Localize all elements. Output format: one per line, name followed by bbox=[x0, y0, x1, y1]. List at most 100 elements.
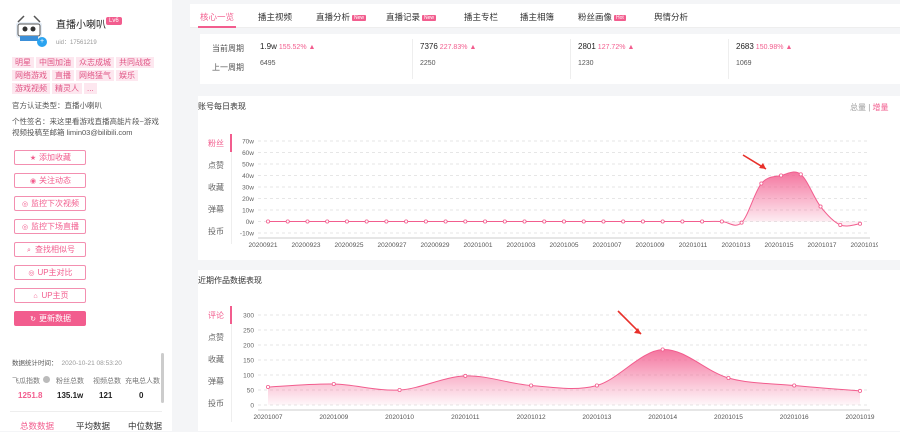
stats-time: 数据统计时间： 2020-10-21 08:53:20 bbox=[12, 360, 122, 367]
tab-total-data[interactable]: 总数数据 bbox=[20, 420, 54, 432]
data-point[interactable] bbox=[285, 219, 290, 224]
data-point[interactable] bbox=[305, 219, 310, 224]
help-icon[interactable] bbox=[43, 376, 50, 383]
data-point[interactable] bbox=[739, 220, 744, 225]
data-point[interactable] bbox=[483, 219, 488, 224]
data-point[interactable] bbox=[463, 219, 468, 224]
data-point[interactable] bbox=[443, 219, 448, 224]
metric-0[interactable]: 粉丝 bbox=[208, 138, 224, 149]
data-point[interactable] bbox=[660, 347, 665, 352]
data-point[interactable] bbox=[265, 219, 270, 224]
data-point[interactable] bbox=[700, 219, 705, 224]
metric-4[interactable]: 投币 bbox=[208, 226, 224, 237]
refresh-button[interactable]: ↻ 更新数据 bbox=[14, 311, 86, 326]
growth-percent: 150.98% bbox=[755, 44, 784, 51]
profile-tag[interactable]: 网络游戏 bbox=[12, 70, 50, 81]
data-point[interactable] bbox=[719, 219, 724, 224]
metric-2[interactable]: 收藏 bbox=[208, 354, 224, 365]
data-point[interactable] bbox=[680, 219, 685, 224]
profile-tag[interactable]: 明星 bbox=[12, 57, 34, 68]
data-point[interactable] bbox=[265, 385, 270, 390]
live-button[interactable]: ◎ 监控下场直播 bbox=[14, 219, 86, 234]
star-button[interactable]: ★ 添加收藏 bbox=[14, 150, 86, 165]
home-button[interactable]: ⌂ UP主页 bbox=[14, 288, 86, 303]
profile-tag[interactable]: 共同战疫 bbox=[116, 57, 154, 68]
overview-current-value: 2801 127.72% ▲ bbox=[578, 42, 635, 51]
x-tick-label: 20201007 bbox=[593, 242, 622, 249]
data-point[interactable] bbox=[581, 219, 586, 224]
kpi-header-charge: 充电总人数 bbox=[125, 378, 160, 385]
data-point[interactable] bbox=[759, 181, 764, 186]
kpi-value-videos: 121 bbox=[99, 391, 113, 400]
data-point[interactable] bbox=[384, 219, 389, 224]
data-point[interactable] bbox=[601, 219, 606, 224]
tab-median-data[interactable]: 中位数据 bbox=[128, 420, 162, 432]
profile-tag[interactable]: 娱乐 bbox=[116, 70, 138, 81]
data-point[interactable] bbox=[660, 219, 665, 224]
data-point[interactable] bbox=[331, 382, 336, 387]
metric-1[interactable]: 点赞 bbox=[208, 332, 224, 343]
tab-1[interactable]: 播主视频 bbox=[258, 11, 292, 23]
profile-tag[interactable]: 中国加油 bbox=[36, 57, 74, 68]
data-point[interactable] bbox=[561, 219, 566, 224]
tab-7[interactable]: 舆情分析 bbox=[654, 11, 688, 23]
data-point[interactable] bbox=[818, 204, 823, 209]
metric-3[interactable]: 弹幕 bbox=[208, 376, 224, 387]
tab-6[interactable]: 粉丝画像 Hot bbox=[578, 11, 626, 23]
tab-3[interactable]: 直播记录 New bbox=[386, 11, 437, 23]
metric-4[interactable]: 投币 bbox=[208, 398, 224, 409]
tab-average-data[interactable]: 平均数据 bbox=[76, 420, 110, 432]
data-point[interactable] bbox=[522, 219, 527, 224]
tab-5[interactable]: 播主相簿 bbox=[520, 11, 554, 23]
total-increment-toggle[interactable]: 总量 | 增量 bbox=[850, 102, 889, 113]
data-point[interactable] bbox=[858, 388, 863, 393]
y-tick-label: 200 bbox=[243, 343, 254, 350]
data-point[interactable] bbox=[726, 376, 731, 381]
profile-tag[interactable]: 精灵人 bbox=[52, 83, 82, 94]
data-point[interactable] bbox=[397, 388, 402, 393]
search-button[interactable]: ⌕ 查找相似号 bbox=[14, 242, 86, 257]
toggle-increment[interactable]: 增量 bbox=[873, 103, 889, 112]
tab-4[interactable]: 播主专栏 bbox=[464, 11, 498, 23]
data-point[interactable] bbox=[325, 219, 330, 224]
data-point[interactable] bbox=[792, 383, 797, 388]
tag-list: 明星 中国加油 众志成城 共同战疫网络游戏 直播 网络猛气 娱乐游戏视频 精灵人... bbox=[12, 57, 162, 94]
profile-tag[interactable]: 直播 bbox=[52, 70, 74, 81]
data-point[interactable] bbox=[858, 221, 863, 226]
profile-tag[interactable]: ... bbox=[84, 83, 97, 94]
data-point[interactable] bbox=[798, 172, 803, 177]
compare-button[interactable]: ◎ UP主对比 bbox=[14, 265, 86, 280]
metric-1[interactable]: 点赞 bbox=[208, 160, 224, 171]
data-point[interactable] bbox=[838, 222, 843, 227]
data-point[interactable] bbox=[423, 219, 428, 224]
data-point[interactable] bbox=[364, 219, 369, 224]
data-point[interactable] bbox=[640, 219, 645, 224]
data-point[interactable] bbox=[502, 219, 507, 224]
growth-percent: 127.72% bbox=[597, 44, 626, 51]
data-point[interactable] bbox=[463, 373, 468, 378]
profile-tag[interactable]: 众志成城 bbox=[76, 57, 114, 68]
data-point[interactable] bbox=[529, 383, 534, 388]
profile-tag[interactable]: 游戏视频 bbox=[12, 83, 50, 94]
y-tick-label: 20w bbox=[242, 196, 254, 203]
profile-tag[interactable]: 网络猛气 bbox=[76, 70, 114, 81]
scrollbar[interactable] bbox=[161, 353, 164, 403]
toggle-total[interactable]: 总量 bbox=[850, 103, 866, 112]
data-point[interactable] bbox=[779, 173, 784, 178]
data-point[interactable] bbox=[594, 383, 599, 388]
data-point[interactable] bbox=[344, 219, 349, 224]
monitor-button[interactable]: ◎ 监控下次视频 bbox=[14, 196, 86, 211]
daily-card: 账号每日表现 总量 | 增量 粉丝 点赞 收藏 弹幕 投币 70w 60w 50w 40w 30… bbox=[198, 96, 900, 260]
metric-3[interactable]: 弹幕 bbox=[208, 204, 224, 215]
data-point[interactable] bbox=[542, 219, 547, 224]
tab-badge: Hot bbox=[614, 14, 626, 21]
recent-card: 近期作品数据表现 评论 点赞 收藏 弹幕 投币 300 250 200 150 100 50 0 20… bbox=[198, 270, 900, 431]
data-point[interactable] bbox=[404, 219, 409, 224]
metric-2[interactable]: 收藏 bbox=[208, 182, 224, 193]
x-tick-label: 20201012 bbox=[517, 414, 546, 421]
tab-0[interactable]: 核心一览 bbox=[200, 11, 234, 23]
data-point[interactable] bbox=[621, 219, 626, 224]
eye-button[interactable]: ◉ 关注动态 bbox=[14, 173, 86, 188]
tab-2[interactable]: 直播分析 New bbox=[316, 11, 367, 23]
metric-0[interactable]: 评论 bbox=[208, 310, 224, 321]
